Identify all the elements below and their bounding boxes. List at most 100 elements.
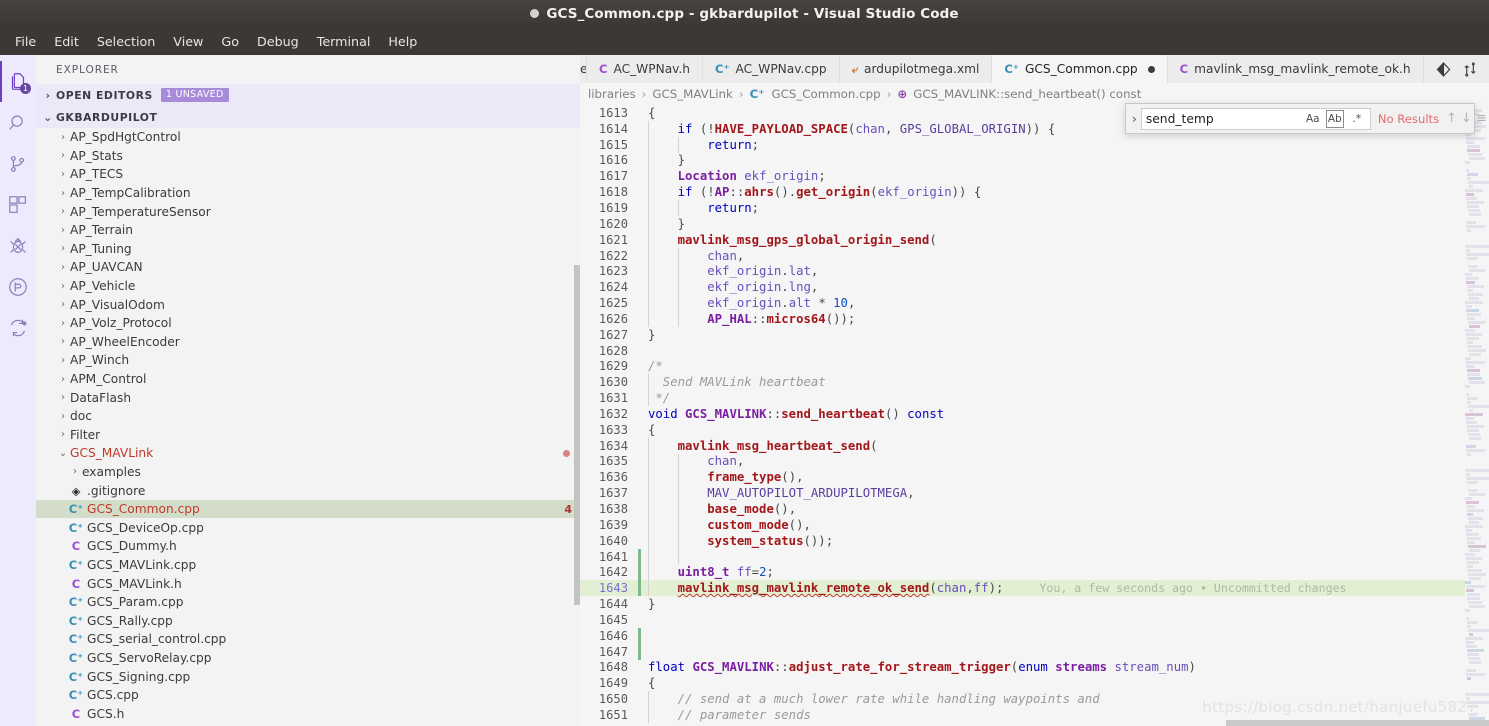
menu-item-debug[interactable]: Debug [248,31,308,52]
code-line[interactable]: 1616 } [580,152,1489,169]
code-line[interactable]: 1643 mavlink_msg_mavlink_remote_ok_send(… [580,580,1489,597]
code-line[interactable]: 1615 return; [580,136,1489,153]
code-line[interactable]: 1624 ekf_origin.lng, [580,279,1489,296]
match-whole-word-icon[interactable]: Ab [1325,109,1344,128]
tree-item-filter[interactable]: › Filter [36,426,580,445]
tree-item--gitignore[interactable]: ◈ .gitignore [36,481,580,500]
tree-item-ap-visualodom[interactable]: › AP_VisualOdom [36,295,580,314]
menu-item-go[interactable]: Go [212,31,248,52]
menu-item-view[interactable]: View [164,31,212,52]
code-line[interactable]: 1621 mavlink_msg_gps_global_origin_send( [580,231,1489,248]
tree-item-gcs-servorelay-cpp[interactable]: C⁺ GCS_ServoRelay.cpp [36,649,580,668]
code-line[interactable]: 1628 [580,343,1489,359]
code-line[interactable]: 1639 custom_mode(), [580,516,1489,533]
code-line[interactable]: 1622 chan, [580,247,1489,264]
section-workspace[interactable]: ⌄ GKBARDUPILOT [36,106,580,128]
code-line[interactable]: 1650 // send at a much lower rate while … [580,691,1489,708]
search-input[interactable] [1145,111,1300,126]
next-match-icon[interactable]: ↓ [1461,109,1472,129]
tab-ac-wpnav-cpp[interactable]: C⁺ AC_WPNav.cpp [703,55,840,83]
tree-item-ap-winch[interactable]: › AP_Winch [36,351,580,370]
tree-item-examples[interactable]: › examples [36,463,580,482]
tree-item-gcs-param-cpp[interactable]: C⁺ GCS_Param.cpp [36,593,580,612]
tree-item-gcs-rally-cpp[interactable]: C⁺ GCS_Rally.cpp [36,611,580,630]
tree-item-doc[interactable]: › doc [36,407,580,426]
tree-item-gcs-h[interactable]: C GCS.h [36,704,580,723]
tree-item-gcs-deviceop-cpp[interactable]: C⁺ GCS_DeviceOp.cpp [36,518,580,537]
breadcrumb-item[interactable]: GCS_MAVLINK::send_heartbeat() const [913,87,1141,101]
tree-item-ap-tuning[interactable]: › AP_Tuning [36,240,580,259]
previous-match-icon[interactable]: ↑ [1446,109,1457,129]
section-open-editors[interactable]: › OPEN EDITORS 1 UNSAVED [36,84,580,106]
activity-item-source-control[interactable] [0,143,36,184]
tree-item-ap-vehicle[interactable]: › AP_Vehicle [36,277,580,296]
code-line[interactable]: 1638 base_mode(), [580,501,1489,517]
code-line[interactable]: 1631 */ [580,390,1489,407]
breadcrumb-item[interactable]: libraries [588,87,636,101]
code-line[interactable]: 1619 return; [580,200,1489,216]
tree-item-ap-tempcalibration[interactable]: › AP_TempCalibration [36,184,580,203]
activity-item-debug[interactable] [0,225,36,266]
tab-dirty-icon[interactable] [1147,65,1155,73]
activity-item-extensions[interactable] [0,184,36,225]
code-line[interactable]: 1649 { [580,675,1489,691]
code-line[interactable]: 1644} [580,596,1489,612]
code-line[interactable]: 1635 chan, [580,453,1489,470]
code-line[interactable]: 1623 ekf_origin.lat, [580,263,1489,280]
tree-item-apm-control[interactable]: › APM_Control [36,370,580,389]
tree-item-ap-tecs[interactable]: › AP_TECS [36,165,580,184]
tree-item-ap-wheelencoder[interactable]: › AP_WheelEncoder [36,333,580,352]
split-editor-icon[interactable] [1436,61,1451,77]
toggle-replace-icon[interactable]: › [1132,112,1137,126]
tree-item-ap-temperaturesensor[interactable]: › AP_TemperatureSensor [36,202,580,221]
menu-item-terminal[interactable]: Terminal [308,31,380,52]
menu-item-selection[interactable]: Selection [88,31,164,52]
activity-item-explorer[interactable]: 1 [0,61,36,102]
tab-e-h[interactable]: e.h [580,55,587,83]
use-regex-icon[interactable]: .* [1348,110,1366,128]
code-line[interactable]: 1625 ekf_origin.alt * 10, [580,295,1489,311]
tree-item-ap-terrain[interactable]: › AP_Terrain [36,221,580,240]
code-line[interactable]: 1627} [580,327,1489,343]
tree-item-ap-uavcan[interactable]: › AP_UAVCAN [36,258,580,277]
code-line[interactable]: 1637 MAV_AUTOPILOT_ARDUPILOTMEGA, [580,485,1489,502]
code-line[interactable]: 1617 Location ekf_origin; [580,168,1489,185]
menu-item-help[interactable]: Help [379,31,426,52]
code-line[interactable]: 1645 [580,612,1489,628]
find-in-selection-icon[interactable]: ≡ [1476,109,1487,129]
tree-item-ap-volz-protocol[interactable]: › AP_Volz_Protocol [36,314,580,333]
tree-item-ap-stats[interactable]: › AP_Stats [36,147,580,166]
code-line[interactable]: 1646 [580,627,1489,644]
tree-item-gcs-signing-cpp[interactable]: C⁺ GCS_Signing.cpp [36,667,580,686]
editor-horizontal-scrollbar[interactable] [1226,720,1489,726]
menu-item-file[interactable]: File [6,31,45,52]
code-line[interactable]: 1636 frame_type(), [580,469,1489,486]
code-line[interactable]: 1647 [580,643,1489,660]
tab-ac-wpnav-h[interactable]: C AC_WPNav.h [587,55,704,83]
match-case-icon[interactable]: Aa [1304,110,1322,128]
tree-item-ap-spdhgtcontrol[interactable]: › AP_SpdHgtControl [36,128,580,147]
git-compare-icon[interactable] [1463,61,1478,77]
code-line[interactable]: 1633 { [580,422,1489,438]
tree-item-gcs-serial-control-cpp[interactable]: C⁺ GCS_serial_control.cpp [36,630,580,649]
code-line[interactable]: 1620 } [580,215,1489,232]
tree-item-gcs-mavlink-h[interactable]: C GCS_MAVLink.h [36,574,580,593]
tab-mavlink-msg-mavlink-remote-ok-h[interactable]: Cmavlink_msg_mavlink_remote_ok.h [1167,55,1424,83]
activity-item-run[interactable] [0,266,36,307]
code-line[interactable]: 1626 AP_HAL::micros64()); [580,310,1489,327]
code-line[interactable]: 1634 mavlink_msg_heartbeat_send( [580,437,1489,454]
code-line[interactable]: 1642 uint8_t ff=2; [580,564,1489,581]
tab-ardupilotmega-xml[interactable]: ⤶ ardupilotmega.xml [839,55,993,83]
tree-item-gcs-dummy-h[interactable]: C GCS_Dummy.h [36,537,580,556]
code-line[interactable]: 1629 /* [580,359,1489,375]
tree-item-gcs-mavlink-cpp[interactable]: C⁺ GCS_MAVLink.cpp [36,556,580,575]
activity-item-remote[interactable] [0,307,36,348]
code-line[interactable]: 1618 if (!AP::ahrs().get_origin(ekf_orig… [580,184,1489,201]
tree-item-gcs-mavlink[interactable]: ⌄ GCS_MAVLink [36,444,580,463]
breadcrumb-item[interactable]: GCS_MAVLink [652,87,733,101]
code-line[interactable]: 1640 system_status()); [580,532,1489,549]
code-editor[interactable]: 1613 {1614 if (!HAVE_PAYLOAD_SPACE(chan, … [580,105,1489,726]
tab-gcs-common-cpp[interactable]: C⁺ GCS_Common.cpp [992,55,1168,83]
tree-item-gcs-cpp[interactable]: C⁺ GCS.cpp [36,686,580,705]
tree-item-gcs-common-cpp[interactable]: C⁺ GCS_Common.cpp 4 [36,499,580,519]
